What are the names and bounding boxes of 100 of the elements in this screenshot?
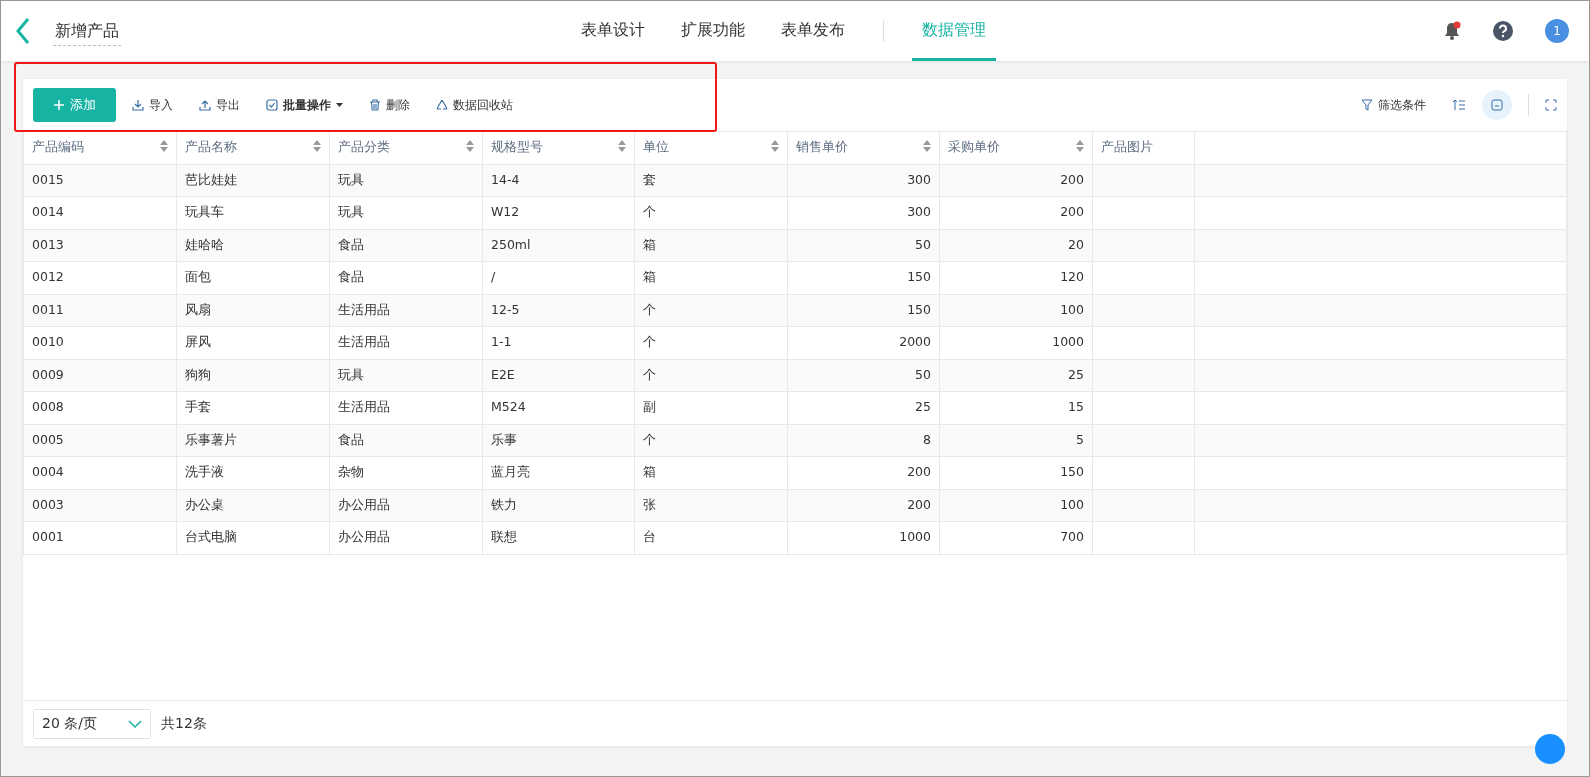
nav-tab[interactable]: 表单设计 — [571, 1, 655, 61]
table-cell: 1000 — [939, 326, 1093, 359]
table-cell: 20 — [939, 229, 1093, 262]
table-cell: 铁力 — [482, 489, 635, 522]
filter-icon — [1361, 99, 1373, 111]
table-cell: 个 — [634, 196, 788, 229]
table-cell: / — [482, 261, 635, 294]
table-cell: 1000 — [787, 521, 940, 554]
floating-button[interactable] — [1535, 734, 1565, 764]
back-icon[interactable] — [15, 17, 31, 45]
table-cell: 面包 — [176, 261, 330, 294]
table-cell: 个 — [634, 326, 788, 359]
fullscreen-button[interactable] — [1545, 99, 1557, 111]
column-header[interactable]: 产品编码 — [23, 131, 177, 164]
table-cell: 300 — [787, 164, 940, 197]
sort-button[interactable] — [1452, 99, 1466, 111]
trash-icon — [369, 99, 381, 111]
column-header[interactable]: 产品图片 — [1092, 131, 1195, 164]
table-cell: 食品 — [329, 261, 483, 294]
table-cell: 0003 — [23, 489, 177, 522]
table-cell: 玩具 — [329, 359, 483, 392]
filter-button[interactable]: 筛选条件 — [1351, 91, 1436, 119]
sort-arrows-icon[interactable] — [771, 140, 779, 153]
sort-arrows-icon[interactable] — [618, 140, 626, 153]
table-cell: 50 — [787, 359, 940, 392]
table-cell: 玩具车 — [176, 196, 330, 229]
table-cell: 台式电脑 — [176, 521, 330, 554]
page-size-select[interactable]: 20 条/页 — [33, 708, 151, 739]
table-cell: 0008 — [23, 391, 177, 424]
table-cell: 200 — [939, 164, 1093, 197]
table-cell: 0013 — [23, 229, 177, 262]
column-header[interactable]: 单位 — [634, 131, 788, 164]
table-cell: 0010 — [23, 326, 177, 359]
table-cell: 120 — [939, 261, 1093, 294]
table-cell: 12-5 — [482, 294, 635, 327]
toolbar-button[interactable]: 批量操作 — [256, 91, 353, 119]
table-cell: 箱 — [634, 229, 788, 262]
column-header[interactable]: 规格型号 — [482, 131, 635, 164]
column-header[interactable]: 产品分类 — [329, 131, 483, 164]
nav-tab[interactable]: 表单发布 — [771, 1, 855, 61]
table-cell: 150 — [787, 261, 940, 294]
table-cell: 300 — [787, 196, 940, 229]
plus-icon — [53, 99, 65, 111]
table-cell: 1-1 — [482, 326, 635, 359]
table-cell: 250ml — [482, 229, 635, 262]
nav-tab[interactable]: 扩展功能 — [671, 1, 755, 61]
table-cell: 芭比娃娃 — [176, 164, 330, 197]
view-toggle-button[interactable] — [1482, 90, 1512, 120]
bell-icon[interactable] — [1443, 21, 1461, 41]
table-cell: 50 — [787, 229, 940, 262]
form-title: 新增产品 — [53, 16, 121, 46]
table-cell: 8 — [787, 424, 940, 457]
table-cell: 娃哈哈 — [176, 229, 330, 262]
upload-icon — [199, 99, 211, 111]
table-cell: 手套 — [176, 391, 330, 424]
toolbar-button[interactable]: 导出 — [189, 91, 250, 119]
caret-icon — [336, 103, 343, 107]
checkbox-icon — [266, 99, 278, 111]
table-cell: 办公用品 — [329, 521, 483, 554]
download-icon — [132, 99, 144, 111]
table-cell: 2000 — [787, 326, 940, 359]
column-header[interactable]: 销售单价 — [787, 131, 940, 164]
toolbar-button[interactable]: 数据回收站 — [426, 91, 523, 119]
table-cell: 食品 — [329, 424, 483, 457]
toolbar-button[interactable]: 导入 — [122, 91, 183, 119]
table-cell: M524 — [482, 391, 635, 424]
table-cell: 联想 — [482, 521, 635, 554]
table-cell: 14-4 — [482, 164, 635, 197]
table-cell: 乐事薯片 — [176, 424, 330, 457]
sort-arrows-icon[interactable] — [160, 140, 168, 153]
fullscreen-icon — [1545, 99, 1557, 111]
table-cell: 办公桌 — [176, 489, 330, 522]
table-cell: 700 — [939, 521, 1093, 554]
sort-arrows-icon[interactable] — [923, 140, 931, 153]
table-cell: 5 — [939, 424, 1093, 457]
table-cell: 办公用品 — [329, 489, 483, 522]
column-header[interactable]: 产品名称 — [176, 131, 330, 164]
column-header[interactable]: 采购单价 — [939, 131, 1093, 164]
table-cell: 杂物 — [329, 456, 483, 489]
total-count: 共12条 — [161, 714, 207, 733]
table-cell: E2E — [482, 359, 635, 392]
sort-arrows-icon[interactable] — [313, 140, 321, 153]
avatar[interactable]: 1 — [1545, 19, 1569, 43]
toolbar-button[interactable]: 删除 — [359, 91, 420, 119]
table-cell: 个 — [634, 424, 788, 457]
sort-icon — [1452, 99, 1466, 111]
sort-arrows-icon[interactable] — [1076, 140, 1084, 153]
table-cell: 0012 — [23, 261, 177, 294]
table-cell: 100 — [939, 294, 1093, 327]
recycle-icon — [436, 99, 448, 111]
table-cell: 0005 — [23, 424, 177, 457]
sort-arrows-icon[interactable] — [466, 140, 474, 153]
table-cell: 0015 — [23, 164, 177, 197]
table-cell: 0009 — [23, 359, 177, 392]
table-cell: 食品 — [329, 229, 483, 262]
table-cell: 0004 — [23, 456, 177, 489]
table-cell: 箱 — [634, 261, 788, 294]
table-cell: 风扇 — [176, 294, 330, 327]
help-icon[interactable] — [1493, 21, 1513, 41]
table-cell: 0001 — [23, 521, 177, 554]
